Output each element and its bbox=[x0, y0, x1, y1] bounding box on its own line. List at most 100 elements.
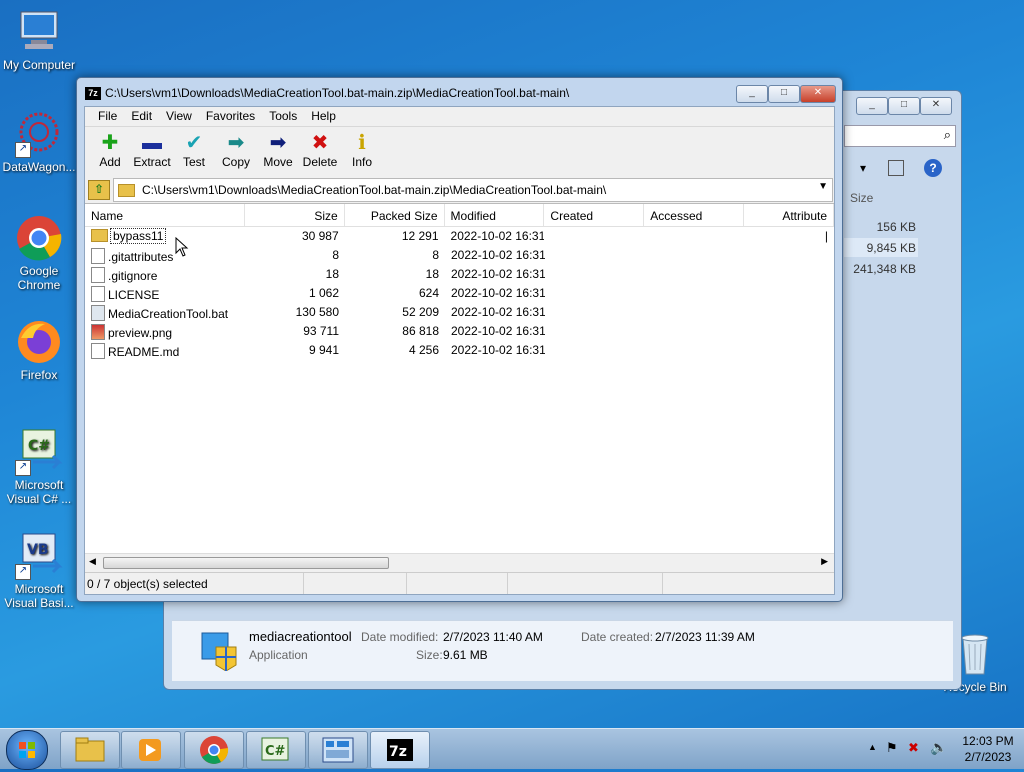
view-dropdown-icon[interactable]: ▾ bbox=[860, 161, 866, 175]
minimize-button[interactable]: _ bbox=[736, 85, 768, 103]
add-label: Add bbox=[99, 155, 121, 169]
file-size: 8 bbox=[332, 248, 339, 262]
search-icon: ⌕ bbox=[943, 127, 951, 142]
test-icon: ✔ bbox=[185, 132, 203, 154]
help-icon[interactable]: ? bbox=[924, 159, 942, 177]
close-button[interactable]: ✕ bbox=[800, 85, 836, 103]
show-hidden-icons-icon[interactable]: ▲ bbox=[868, 742, 877, 752]
up-folder-icon[interactable]: ⇧ bbox=[88, 180, 110, 200]
move-button[interactable]: ➡ Move bbox=[257, 127, 299, 179]
table-row[interactable]: .gitattributes 8 8 2022-10-02 16:31 bbox=[85, 246, 834, 265]
table-row[interactable]: README.md 9 941 4 256 2022-10-02 16:31 bbox=[85, 341, 834, 360]
desktop-icon-visual-basic[interactable]: VB ↗ Microsoft Visual Basi... bbox=[0, 532, 78, 610]
desktop-icon-label: Google Chrome bbox=[17, 264, 61, 292]
column-name[interactable]: Name bbox=[85, 204, 245, 226]
extract-label: Extract bbox=[133, 155, 171, 169]
test-label: Test bbox=[182, 155, 205, 169]
extract-icon: ▬ bbox=[142, 132, 162, 154]
column-modified[interactable]: Modified bbox=[445, 204, 545, 226]
table-row[interactable]: .gitignore 18 18 2022-10-02 16:31 bbox=[85, 265, 834, 284]
clock[interactable]: 12:03 PM 2/7/2023 bbox=[960, 733, 1016, 765]
extract-button[interactable]: ▬ Extract bbox=[131, 127, 173, 179]
file-packed-size: 4 256 bbox=[408, 343, 439, 357]
menu-tools[interactable]: Tools bbox=[262, 107, 304, 126]
taskbar-7zip-button[interactable]: 7z bbox=[370, 731, 430, 769]
svg-text:C#: C# bbox=[265, 744, 286, 759]
search-box[interactable]: ⌕ bbox=[844, 125, 956, 147]
menu-edit[interactable]: Edit bbox=[124, 107, 159, 126]
desktop-icon-datawagon[interactable]: ↗ DataWagon... bbox=[0, 110, 78, 174]
desktop-icon-my-computer[interactable]: My Computer bbox=[0, 8, 78, 72]
menu-view[interactable]: View bbox=[159, 107, 199, 126]
scrollbar-thumb[interactable] bbox=[103, 557, 389, 569]
file-size: 9 941 bbox=[308, 343, 339, 357]
table-row[interactable]: bypass11 30 987 12 291 2022-10-02 16:31 … bbox=[85, 227, 834, 246]
address-bar[interactable]: C:\Users\vm1\Downloads\MediaCreationTool… bbox=[113, 178, 833, 202]
volume-icon[interactable]: 🔈 bbox=[930, 739, 947, 756]
action-center-icon[interactable]: ⚑ bbox=[886, 740, 898, 756]
table-row[interactable]: preview.png 93 711 86 818 2022-10-02 16:… bbox=[85, 322, 834, 341]
firefox-icon bbox=[15, 318, 63, 366]
close-button[interactable]: ✕ bbox=[920, 97, 952, 115]
details-file-type: Application bbox=[249, 648, 308, 662]
scroll-right-icon[interactable]: ▶ bbox=[821, 556, 828, 567]
size-column-header[interactable]: Size bbox=[850, 191, 873, 205]
file-modified: 2022-10-02 16:31 bbox=[451, 305, 545, 319]
chrome-icon bbox=[15, 214, 63, 262]
folder-icon bbox=[91, 229, 108, 242]
menu-file[interactable]: File bbox=[91, 107, 124, 126]
test-button[interactable]: ✔ Test bbox=[173, 127, 215, 179]
column-accessed[interactable]: Accessed bbox=[644, 204, 745, 226]
file-name: .gitignore bbox=[108, 269, 158, 283]
taskbar-chrome-button[interactable] bbox=[184, 731, 244, 769]
column-headers: Name Size Packed Size Modified Created A… bbox=[85, 204, 835, 227]
network-icon[interactable]: ✖ bbox=[908, 740, 919, 756]
address-dropdown-icon[interactable]: ▼ bbox=[818, 181, 828, 192]
minimize-button[interactable]: _ bbox=[856, 97, 888, 115]
copy-icon: ➡ bbox=[227, 132, 245, 154]
copy-label: Copy bbox=[221, 155, 250, 169]
desktop-icon-visual-csharp[interactable]: C# ↗ Microsoft Visual C# ... bbox=[0, 428, 78, 506]
media-player-icon bbox=[139, 739, 161, 761]
taskbar-control-panel-button[interactable] bbox=[308, 731, 368, 769]
taskbar: C# 7z ▲ ⚑ ✖ 🔈 12:03 PM 2/7/2023 bbox=[0, 728, 1024, 770]
copy-button[interactable]: ➡ Copy bbox=[215, 127, 257, 179]
column-created[interactable]: Created bbox=[544, 204, 645, 226]
file-name: .gitattributes bbox=[108, 250, 174, 264]
preview-pane-icon[interactable] bbox=[888, 160, 904, 176]
desktop-icon-firefox[interactable]: Firefox bbox=[0, 318, 78, 382]
desktop-icon-chrome[interactable]: Google Chrome bbox=[0, 214, 78, 292]
scroll-left-icon[interactable]: ◀ bbox=[89, 556, 96, 567]
menu-favorites[interactable]: Favorites bbox=[199, 107, 262, 126]
details-pane: mediacreationtool Application Date modif… bbox=[172, 620, 953, 681]
column-packed-size[interactable]: Packed Size bbox=[345, 204, 445, 226]
file-name: preview.png bbox=[108, 326, 173, 340]
maximize-button[interactable]: □ bbox=[888, 97, 920, 115]
file-size: 18 bbox=[325, 267, 339, 281]
file-size: 9,845 KB bbox=[866, 241, 916, 255]
start-button[interactable] bbox=[6, 730, 48, 770]
info-button[interactable]: ℹ Info bbox=[341, 127, 383, 179]
taskbar-visual-csharp-button[interactable]: C# bbox=[246, 731, 306, 769]
file-modified: 2022-10-02 16:31 bbox=[451, 267, 545, 281]
details-file-name: mediacreationtool bbox=[249, 629, 352, 644]
maximize-button[interactable]: □ bbox=[768, 85, 800, 103]
image-file-icon bbox=[91, 324, 105, 340]
file-icon bbox=[91, 286, 105, 302]
delete-button[interactable]: ✖ Delete bbox=[299, 127, 341, 179]
file-modified: 2022-10-02 16:31 bbox=[451, 343, 545, 357]
selection-status: 0 / 7 object(s) selected bbox=[85, 573, 304, 594]
taskbar-explorer-button[interactable] bbox=[60, 731, 120, 769]
horizontal-scrollbar[interactable]: ◀ ▶ bbox=[85, 553, 834, 571]
table-row[interactable]: LICENSE 1 062 624 2022-10-02 16:31 bbox=[85, 284, 834, 303]
file-icon bbox=[91, 343, 105, 359]
table-row[interactable]: MediaCreationTool.bat 130 580 52 209 202… bbox=[85, 303, 834, 322]
chrome-icon bbox=[200, 736, 229, 764]
clock-date: 2/7/2023 bbox=[964, 750, 1012, 764]
file-packed-size: 52 209 bbox=[402, 305, 439, 319]
column-attributes[interactable]: Attribute bbox=[744, 204, 835, 226]
taskbar-media-player-button[interactable] bbox=[121, 731, 181, 769]
menu-help[interactable]: Help bbox=[304, 107, 343, 126]
column-size[interactable]: Size bbox=[245, 204, 345, 226]
add-button[interactable]: ✚ Add bbox=[89, 127, 131, 179]
